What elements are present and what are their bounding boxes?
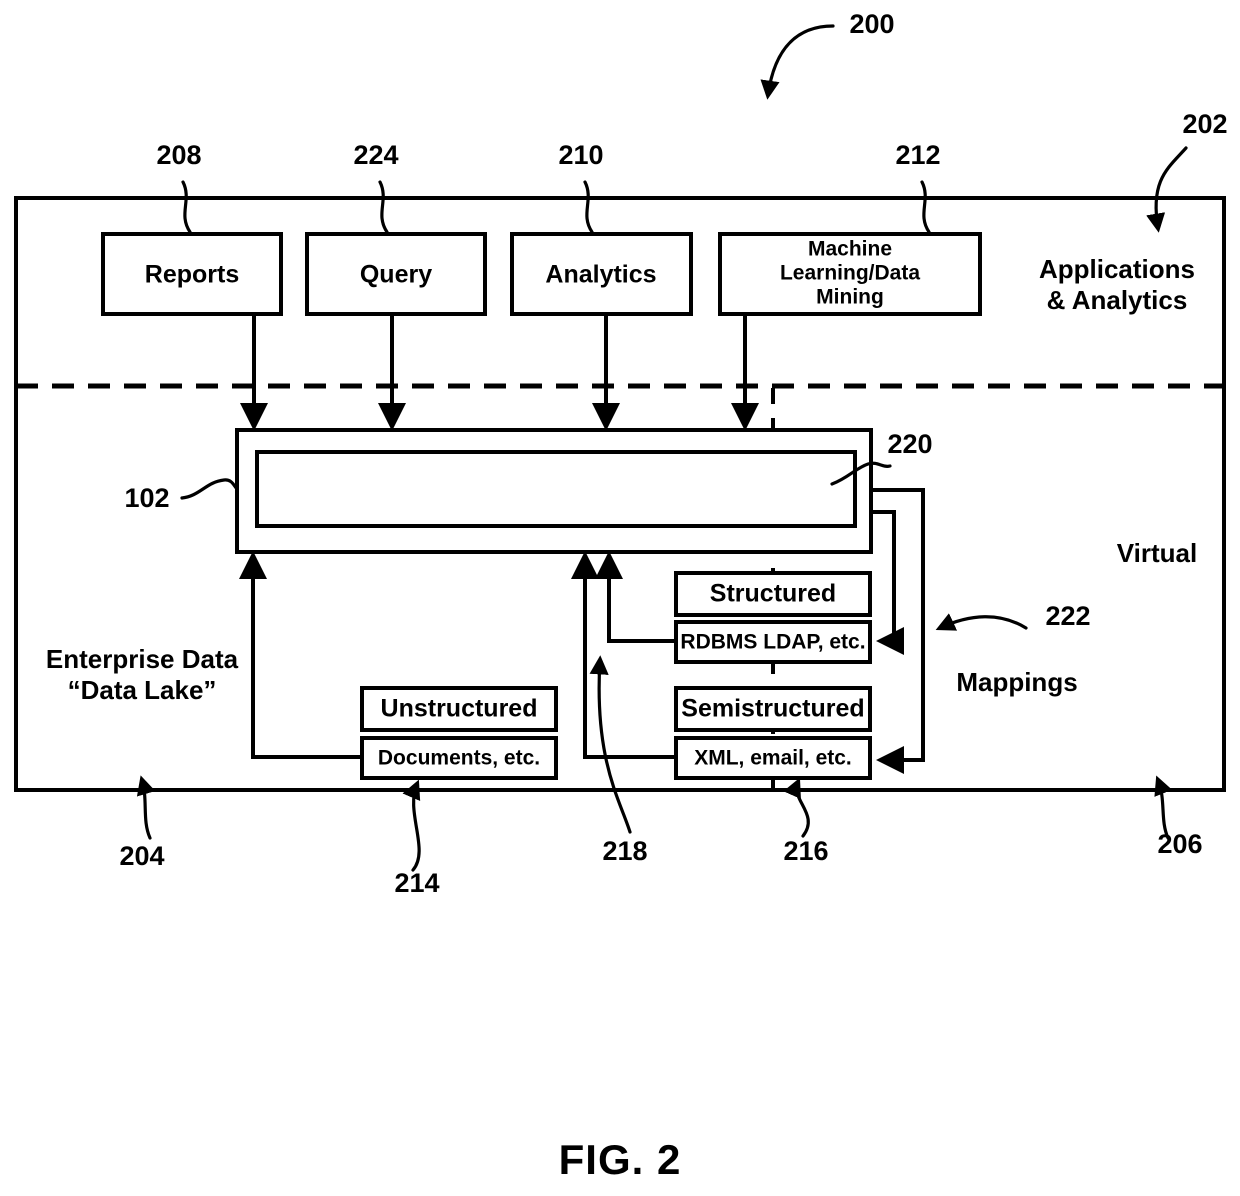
ref-214: 214 bbox=[394, 868, 439, 898]
region-label-applications-1: Applications bbox=[1039, 254, 1195, 284]
ref-102: 102 bbox=[124, 483, 169, 513]
source-structured-detail-label: RDBMS LDAP, etc. bbox=[680, 631, 865, 654]
ref-202-leader bbox=[1146, 146, 1188, 233]
source-unstructured-header-label: Unstructured bbox=[381, 695, 538, 723]
source-unstructured-detail-label: Documents, etc. bbox=[378, 747, 540, 770]
ref-200-leader bbox=[760, 24, 835, 100]
mapping-core-to-structured bbox=[871, 510, 904, 655]
app-box-machine-learning-label-3: Mining bbox=[816, 286, 884, 309]
ref-208: 208 bbox=[156, 140, 201, 170]
app-box-query-label: Query bbox=[360, 261, 432, 289]
source-structured-header-label: Structured bbox=[710, 580, 836, 608]
region-label-applications-2: & Analytics bbox=[1047, 285, 1188, 315]
figure-page: 200 202 Reports 208 Query 224 Analytics … bbox=[0, 0, 1240, 1196]
ref-204: 204 bbox=[119, 841, 164, 871]
ref-200: 200 bbox=[849, 9, 894, 39]
ref-202: 202 bbox=[1182, 109, 1227, 139]
app-box-machine-learning-label-1: Machine bbox=[808, 238, 892, 261]
ref-224: 224 bbox=[353, 140, 398, 170]
ref-216: 216 bbox=[783, 836, 828, 866]
ref-224-leader bbox=[378, 180, 389, 234]
region-label-virtual: Virtual bbox=[1117, 538, 1197, 568]
ref-102-leader bbox=[180, 478, 239, 500]
ref-212-leader bbox=[920, 180, 931, 234]
mapping-core-to-semistructured bbox=[871, 488, 925, 774]
source-semistructured-detail-label: XML, email, etc. bbox=[694, 747, 852, 770]
ref-206: 206 bbox=[1157, 829, 1202, 859]
source-semistructured-header-label: Semistructured bbox=[681, 695, 864, 723]
ref-222: 222 bbox=[1045, 601, 1090, 631]
app-box-machine-learning-label-2: Learning/Data bbox=[780, 262, 920, 285]
ref-220: 220 bbox=[887, 429, 932, 459]
core-inner-box[interactable] bbox=[255, 450, 857, 528]
ref-208-leader bbox=[181, 180, 192, 234]
ref-218-leader bbox=[589, 655, 632, 834]
ref-218: 218 bbox=[602, 836, 647, 866]
ref-212: 212 bbox=[895, 140, 940, 170]
app-box-reports-label: Reports bbox=[145, 261, 239, 289]
flow-semistructured-to-core bbox=[571, 551, 676, 759]
region-label-enterprise-1: Enterprise Data bbox=[46, 644, 239, 674]
ref-214-leader bbox=[402, 779, 421, 872]
region-label-enterprise-2: “Data Lake” bbox=[68, 675, 217, 705]
flow-unstructured-to-core bbox=[239, 551, 362, 759]
ref-210: 210 bbox=[558, 140, 603, 170]
figure-caption: FIG. 2 bbox=[559, 1136, 682, 1183]
ref-210-leader bbox=[583, 180, 594, 234]
ref-222-leader bbox=[935, 613, 1028, 631]
flow-structured-to-core bbox=[595, 551, 676, 643]
region-label-mappings: Mappings bbox=[956, 667, 1077, 697]
patent-figure-2: 200 202 Reports 208 Query 224 Analytics … bbox=[14, 9, 1228, 1183]
app-box-analytics-label: Analytics bbox=[545, 261, 656, 289]
